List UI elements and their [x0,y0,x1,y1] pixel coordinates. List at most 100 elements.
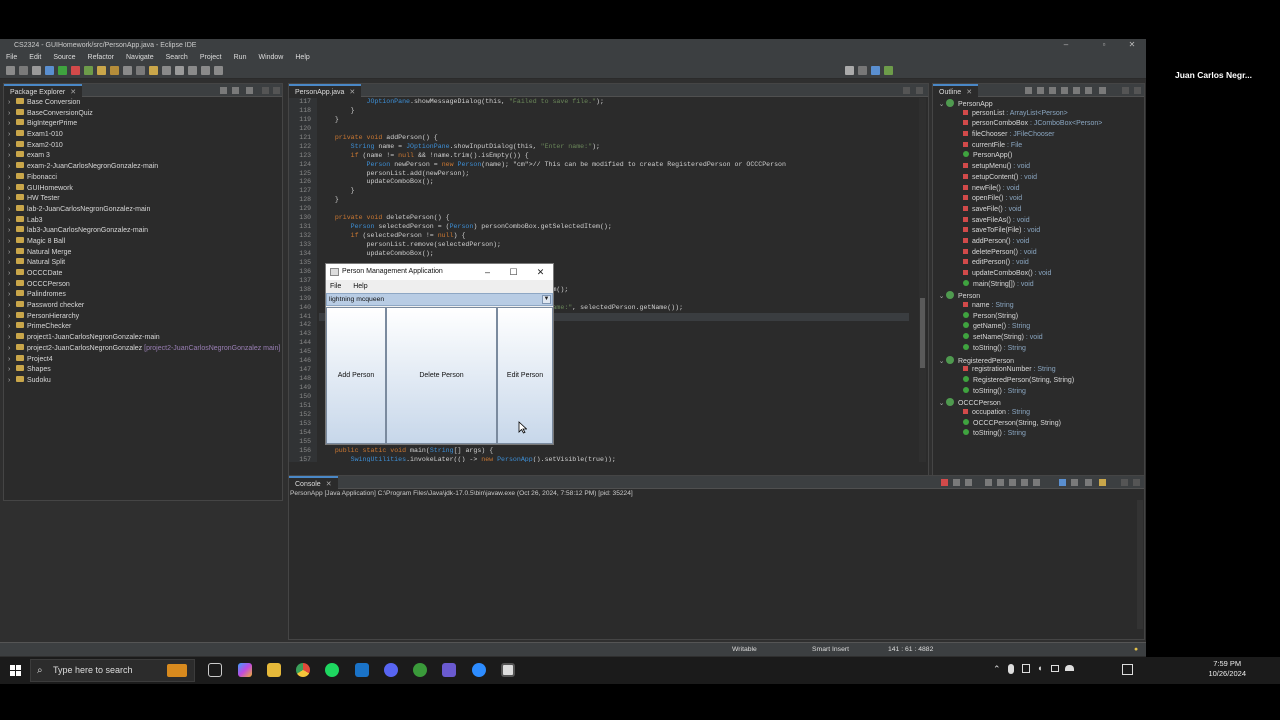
taskbar-search-box[interactable]: ⌕ Type here to search [30,659,195,682]
outline-item[interactable]: registrationNumber : String [933,365,1144,376]
sort-icon[interactable] [1037,87,1044,94]
list-item[interactable]: › lab-2-JuanCarlosNegronGonzalez-main [4,204,282,216]
java-perspective-icon[interactable] [871,66,880,75]
whitespace-icon[interactable] [162,66,171,75]
list-item[interactable]: › Palindromes [4,290,282,301]
menu-source[interactable]: Source [53,54,75,61]
list-item[interactable]: › Magic 8 Ball [4,236,282,248]
person-app-titlebar[interactable]: Person Management Application – ☐ ✕ [326,264,553,280]
list-item[interactable]: › Exam1-010 [4,130,282,141]
tab-personapp-java[interactable]: PersonApp.java ✕ [289,84,362,97]
new-console-icon[interactable] [1099,479,1106,486]
quick-access-icon[interactable] [845,66,854,75]
add-person-button[interactable]: Add Person [326,307,386,444]
outline-item[interactable]: personList : ArrayList<Person> [933,109,1144,120]
outline-item[interactable]: saveFileAs() : void [933,216,1144,227]
close-icon[interactable]: ✕ [527,264,554,280]
menu-run[interactable]: Run [234,54,247,61]
outline-item[interactable]: getName() : String [933,322,1144,333]
list-item[interactable]: › GUIHomework [4,183,282,195]
outline-item[interactable]: name : String [933,301,1144,312]
menu-help[interactable]: Help [353,283,367,290]
maximize-icon[interactable] [1133,479,1140,486]
new-icon[interactable] [6,66,15,75]
coverage-icon[interactable] [71,66,80,75]
eclipse-icon[interactable] [442,663,456,677]
list-item[interactable]: › HW Tester [4,194,282,205]
debug-perspective-icon[interactable] [884,66,893,75]
person-combo-box[interactable]: lightning mcqueen ▼ [326,293,553,306]
close-icon[interactable]: ✕ [326,481,332,488]
java-app-taskbar-icon[interactable] [501,663,515,677]
clear-console-icon[interactable] [985,479,992,486]
close-icon[interactable]: ✕ [1120,39,1144,51]
maximize-icon[interactable]: ▫ [1092,39,1116,51]
outline-item[interactable]: setupMenu() : void [933,162,1144,173]
webcam-icon[interactable] [1022,664,1030,673]
hide-fields-icon[interactable] [1049,87,1056,94]
vertical-scrollbar[interactable] [919,98,926,462]
taskbar-clock[interactable]: 7:59 PM 10/26/2024 [1208,659,1246,679]
pin-console-icon[interactable] [1059,479,1066,486]
external-tools-icon[interactable] [84,66,93,75]
menu-help[interactable]: Help [295,54,309,61]
outline-item[interactable]: deletePerson() : void [933,248,1144,259]
chevron-down-icon[interactable]: ▼ [542,295,551,304]
remove-launch-icon[interactable] [953,479,960,486]
zoom-icon[interactable] [472,663,486,677]
maximize-icon[interactable] [273,87,280,94]
outline-item[interactable]: newFile() : void [933,184,1144,195]
save-all-icon[interactable] [32,66,41,75]
outline-item[interactable]: Person(String) [933,311,1144,323]
outline-item[interactable]: currentFile : File [933,141,1144,152]
list-item[interactable]: › Exam2-010 [4,140,282,152]
chevron-down-icon[interactable]: ⌄ [937,399,946,410]
remove-all-icon[interactable] [965,479,972,486]
run-icon[interactable] [58,66,67,75]
toggle-mark-icon[interactable] [149,66,158,75]
open-type-icon[interactable] [97,66,106,75]
xbox-icon[interactable] [413,663,427,677]
minimize-icon[interactable]: – [474,264,501,280]
file-explorer-icon[interactable] [267,663,281,677]
view-menu-icon[interactable] [1099,87,1106,94]
list-item[interactable]: › exam-2-JuanCarlosNegronGonzalez-main [4,162,282,173]
debug-icon[interactable] [45,66,54,75]
hide-static-icon[interactable] [1061,87,1068,94]
menu-refactor[interactable]: Refactor [88,54,114,61]
list-item[interactable]: › Natural Split [4,258,282,269]
outline-item[interactable]: ⌄ RegisteredPerson [933,355,1144,366]
outline-item[interactable]: ⌄ OCCCPerson [933,397,1144,408]
view-menu-icon[interactable] [246,87,253,94]
perspective-icon[interactable] [858,66,867,75]
list-item[interactable]: › OCCCPerson [4,279,282,291]
maximize-icon[interactable] [916,87,923,94]
collapse-all-icon[interactable] [220,87,227,94]
list-item[interactable]: › BigIntegerPrime [4,119,282,130]
display-console-icon[interactable] [1071,479,1078,486]
outline-item[interactable]: toString() : String [933,429,1144,440]
delete-person-button[interactable]: Delete Person [386,307,497,444]
outline-item[interactable]: setName(String) : void [933,333,1144,344]
minimize-icon[interactable] [1122,87,1129,94]
menu-project[interactable]: Project [200,54,222,61]
task-view-icon[interactable] [208,663,222,677]
outline-item[interactable]: saveFile() : void [933,205,1144,216]
network-icon[interactable] [1065,665,1074,671]
chevron-down-icon[interactable]: ⌄ [937,357,946,368]
tab-console[interactable]: Console ✕ [289,476,338,489]
discord-icon[interactable] [384,663,398,677]
annotation-icon[interactable] [136,66,145,75]
list-item[interactable]: › Fibonacci [4,172,282,184]
outline-item[interactable]: editPerson() : void [933,258,1144,269]
show-hidden-icons-icon[interactable]: ⌃ [993,664,1001,675]
scroll-lock-icon[interactable] [997,479,1004,486]
battery-icon[interactable] [1051,665,1059,672]
tab-package-explorer[interactable]: Package Explorer ✕ [4,84,83,97]
show-stdout-icon[interactable] [1021,479,1028,486]
hide-nonpublic-icon[interactable] [1073,87,1080,94]
list-item[interactable]: › Project4 [4,354,282,366]
forward-icon[interactable] [201,66,210,75]
collapse-all-icon[interactable] [1025,87,1032,94]
list-item[interactable]: › Password checker [4,301,282,312]
